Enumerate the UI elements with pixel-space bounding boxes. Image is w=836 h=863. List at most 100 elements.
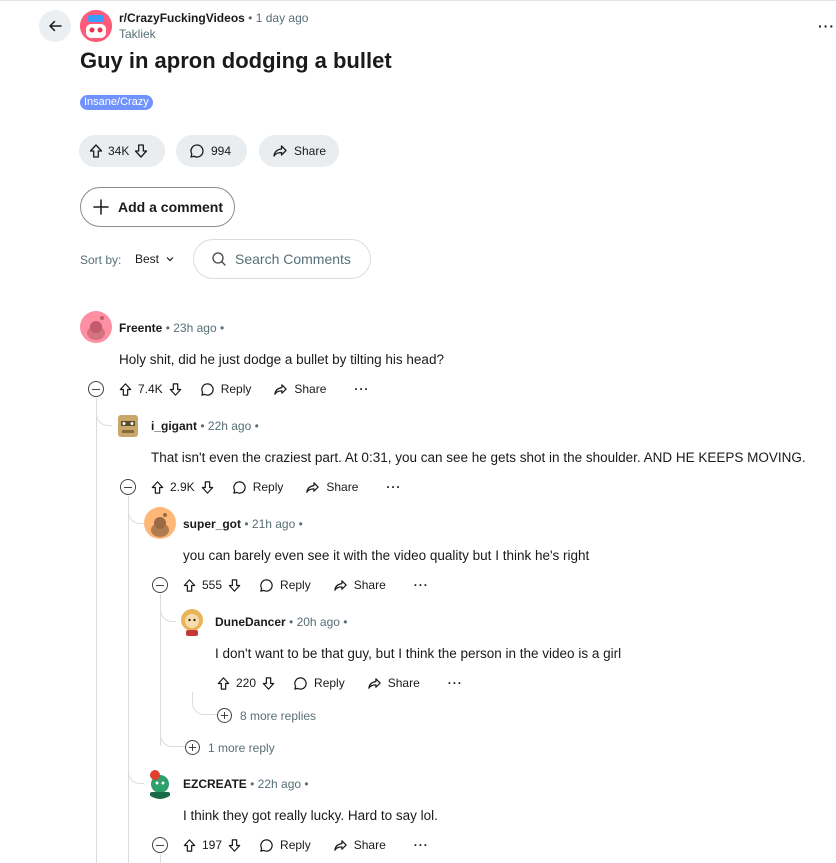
collapse-icon[interactable]	[152, 577, 168, 593]
search-placeholder: Search Comments	[235, 251, 351, 267]
comment-vote-count: 220	[236, 676, 257, 690]
avatar[interactable]	[112, 409, 144, 441]
comment-author-line: EZCREATE • 22h ago •	[183, 777, 309, 791]
comment-author[interactable]: EZCREATE	[183, 777, 247, 791]
comment-author[interactable]: super_got	[183, 517, 241, 531]
upvote-icon[interactable]	[182, 838, 197, 853]
comment-time: • 22h ago •	[250, 777, 309, 791]
comment-more-menu[interactable]: ···	[386, 480, 401, 494]
post-vote-count: 34K	[108, 144, 130, 158]
plus-circle-icon	[185, 740, 200, 755]
upvote-icon[interactable]	[118, 382, 133, 397]
downvote-icon[interactable]	[227, 838, 242, 853]
upvote-icon[interactable]	[150, 480, 165, 495]
upvote-icon[interactable]	[216, 676, 231, 691]
share-label: Share	[353, 578, 386, 592]
avatar[interactable]	[176, 605, 208, 637]
more-replies-button[interactable]: 8 more replies	[217, 708, 316, 723]
speech-bubble-icon	[232, 480, 246, 494]
comment-more-menu[interactable]: ···	[354, 382, 369, 396]
comment-vote-count: 7.4K	[138, 382, 163, 396]
share-icon	[367, 677, 381, 689]
post-comments-button[interactable]: 994	[176, 135, 247, 167]
collapse-icon[interactable]	[152, 837, 168, 853]
upvote-icon[interactable]	[88, 143, 104, 159]
downvote-icon[interactable]	[227, 578, 242, 593]
thread-connector	[128, 496, 146, 784]
share-icon	[274, 383, 288, 395]
reply-button[interactable]: Reply	[232, 480, 284, 495]
search-comments-input[interactable]: Search Comments	[193, 239, 371, 279]
downvote-icon[interactable]	[133, 143, 149, 159]
post-share-button[interactable]: Share	[259, 135, 339, 167]
more-replies-label: 8 more replies	[240, 708, 317, 723]
comment-author-line: i_gigant • 22h ago •	[151, 419, 259, 433]
more-replies-button[interactable]: 1 more reply	[185, 740, 275, 755]
comment-more-menu[interactable]: ···	[448, 676, 463, 690]
subreddit-line: r/CrazyFuckingVideos • 1 day ago	[119, 11, 308, 25]
collapse-icon[interactable]	[120, 479, 136, 495]
share-label: Share	[353, 838, 386, 852]
speech-bubble-icon	[190, 144, 204, 158]
comment-vote: 2.9K	[150, 480, 215, 495]
comment-vote-count: 197	[202, 838, 223, 852]
speech-bubble-icon	[260, 838, 273, 852]
subreddit-name[interactable]: r/CrazyFuckingVideos	[119, 11, 245, 25]
avatar[interactable]	[80, 311, 112, 343]
comment-vote: 7.4K	[118, 382, 183, 397]
upvote-icon[interactable]	[182, 578, 197, 593]
share-button[interactable]: Share	[367, 676, 420, 691]
reply-label: Reply	[252, 480, 284, 494]
sort-dropdown[interactable]: Best	[135, 252, 175, 266]
post-time: • 1 day ago	[248, 11, 309, 25]
reply-button[interactable]: Reply	[259, 578, 311, 593]
share-button[interactable]: Share	[305, 480, 358, 495]
share-label: Share	[387, 676, 420, 690]
comment-author[interactable]: i_gigant	[151, 419, 197, 433]
share-icon	[273, 145, 287, 157]
speech-bubble-icon	[260, 578, 273, 592]
reply-button[interactable]: Reply	[293, 676, 345, 691]
comment-more-menu[interactable]: ···	[414, 578, 429, 592]
comment-body: I don't want to be that guy, but I think…	[215, 646, 622, 661]
plus-circle-icon	[217, 708, 232, 723]
subreddit-avatar[interactable]	[80, 10, 112, 42]
share-button[interactable]: Share	[333, 578, 386, 593]
post-vote-bar: 34K	[79, 135, 165, 167]
comment-author-line: DuneDancer • 20h ago •	[215, 615, 347, 629]
avatar[interactable]	[144, 767, 176, 799]
comment-author[interactable]: DuneDancer	[215, 615, 286, 629]
thread-line	[96, 398, 97, 863]
downvote-icon[interactable]	[168, 382, 183, 397]
add-comment-button[interactable]: Add a comment	[80, 187, 235, 227]
speech-bubble-icon	[200, 382, 214, 396]
plus-icon	[93, 199, 109, 215]
post-more-menu[interactable]: ···	[818, 18, 835, 34]
post-flair[interactable]: Insane/Crazy	[80, 95, 153, 110]
share-label: Share	[326, 480, 359, 494]
post-author[interactable]: Takliek	[119, 27, 156, 41]
reply-button[interactable]: Reply	[259, 838, 311, 853]
avatar[interactable]	[144, 507, 176, 539]
downvote-icon[interactable]	[200, 480, 215, 495]
post-comment-count: 994	[211, 144, 232, 158]
downvote-icon[interactable]	[261, 676, 276, 691]
thread-line	[160, 854, 161, 863]
thread-connector	[192, 692, 218, 715]
comment-author-line: super_got • 21h ago •	[183, 517, 303, 531]
post-share-label: Share	[294, 144, 327, 158]
search-icon	[212, 252, 226, 266]
comment-body: you can barely even see it with the vide…	[183, 548, 590, 563]
comment-more-menu[interactable]: ···	[414, 838, 429, 852]
comment-body: I think they got really lucky. Hard to s…	[183, 808, 438, 823]
post-title: Guy in apron dodging a bullet	[80, 48, 392, 73]
back-button[interactable]	[39, 10, 71, 42]
collapse-icon[interactable]	[88, 381, 104, 397]
share-label: Share	[294, 382, 327, 396]
share-button[interactable]: Share	[333, 838, 386, 853]
comment-body: That isn't even the craziest part. At 0:…	[151, 450, 806, 465]
reply-button[interactable]: Reply	[200, 382, 251, 397]
share-button[interactable]: Share	[273, 382, 326, 397]
comment-author[interactable]: Freente	[119, 321, 162, 335]
top-divider	[0, 0, 836, 3]
